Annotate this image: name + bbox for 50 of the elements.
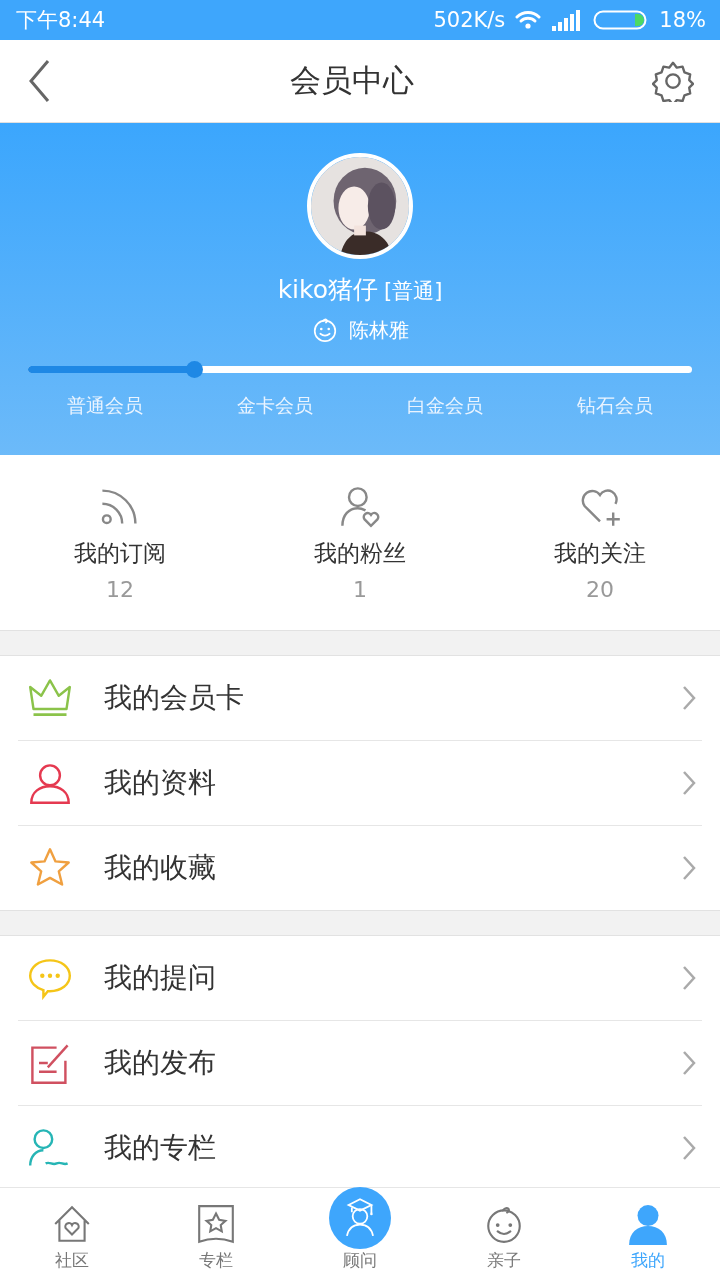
tier-label: 普通会员 (67, 393, 143, 418)
stat-label: 我的粉丝 (314, 538, 406, 568)
battery-percent: 18% (659, 8, 706, 32)
tier-label: 钻石会员 (577, 393, 653, 418)
page-title: 会员中心 (290, 61, 414, 100)
person-icon (28, 761, 72, 805)
menu-item[interactable]: 我的发布 (18, 1021, 702, 1106)
menu-label: 我的提问 (104, 960, 217, 996)
stat-item[interactable]: 我的订阅 12 (20, 483, 220, 602)
user-name: kiko猪仔 (277, 274, 378, 306)
menu-item[interactable]: 我的收藏 (18, 826, 702, 910)
person-icon (627, 1203, 669, 1245)
menu-label: 我的专栏 (104, 1130, 217, 1166)
stat-count: 1 (353, 576, 367, 602)
wifi-icon (515, 10, 542, 30)
chevron-icon (682, 1135, 696, 1161)
menu-label: 我的会员卡 (104, 680, 245, 716)
member-level-tag: [普通] (383, 277, 443, 305)
clock-text: 下午8:44 (16, 7, 106, 34)
nav-tab[interactable]: 社区 (12, 1201, 132, 1272)
menu-item[interactable]: 我的资料 (18, 741, 702, 826)
stat-count: 12 (106, 576, 134, 602)
star-book-icon (195, 1203, 237, 1245)
baby-face-icon (311, 316, 339, 344)
nav-tab[interactable]: 顾问 (300, 1185, 420, 1272)
nav-tab[interactable]: 亲子 (444, 1201, 564, 1272)
menu-item[interactable]: 我的提问 (18, 936, 702, 1021)
menu-label: 我的收藏 (104, 850, 217, 886)
tier-label: 金卡会员 (237, 393, 313, 418)
menu-label: 我的发布 (104, 1045, 217, 1081)
tier-label: 白金会员 (407, 393, 483, 418)
back-icon[interactable] (28, 59, 52, 103)
stat-label: 我的关注 (554, 538, 646, 568)
stat-item[interactable]: 我的粉丝 1 (260, 483, 460, 602)
chat-bubble-icon (28, 956, 72, 1000)
settings-icon[interactable] (652, 60, 694, 102)
chevron-icon (682, 965, 696, 991)
stat-label: 我的订阅 (74, 538, 166, 568)
stat-item[interactable]: 我的关注 20 (500, 483, 700, 602)
menu-item[interactable]: 我的专栏 (18, 1106, 702, 1187)
chevron-icon (682, 685, 696, 711)
child-name: 陈林雅 (349, 316, 409, 344)
menu-label: 我的资料 (104, 765, 217, 801)
network-speed: 502K/s (433, 8, 506, 32)
nav-tab[interactable]: 专栏 (156, 1201, 276, 1272)
chevron-icon (682, 1050, 696, 1076)
stat-count: 20 (586, 576, 614, 602)
chevron-icon (682, 855, 696, 881)
menu-item[interactable]: 我的会员卡 (18, 656, 702, 741)
chevron-icon (682, 770, 696, 796)
